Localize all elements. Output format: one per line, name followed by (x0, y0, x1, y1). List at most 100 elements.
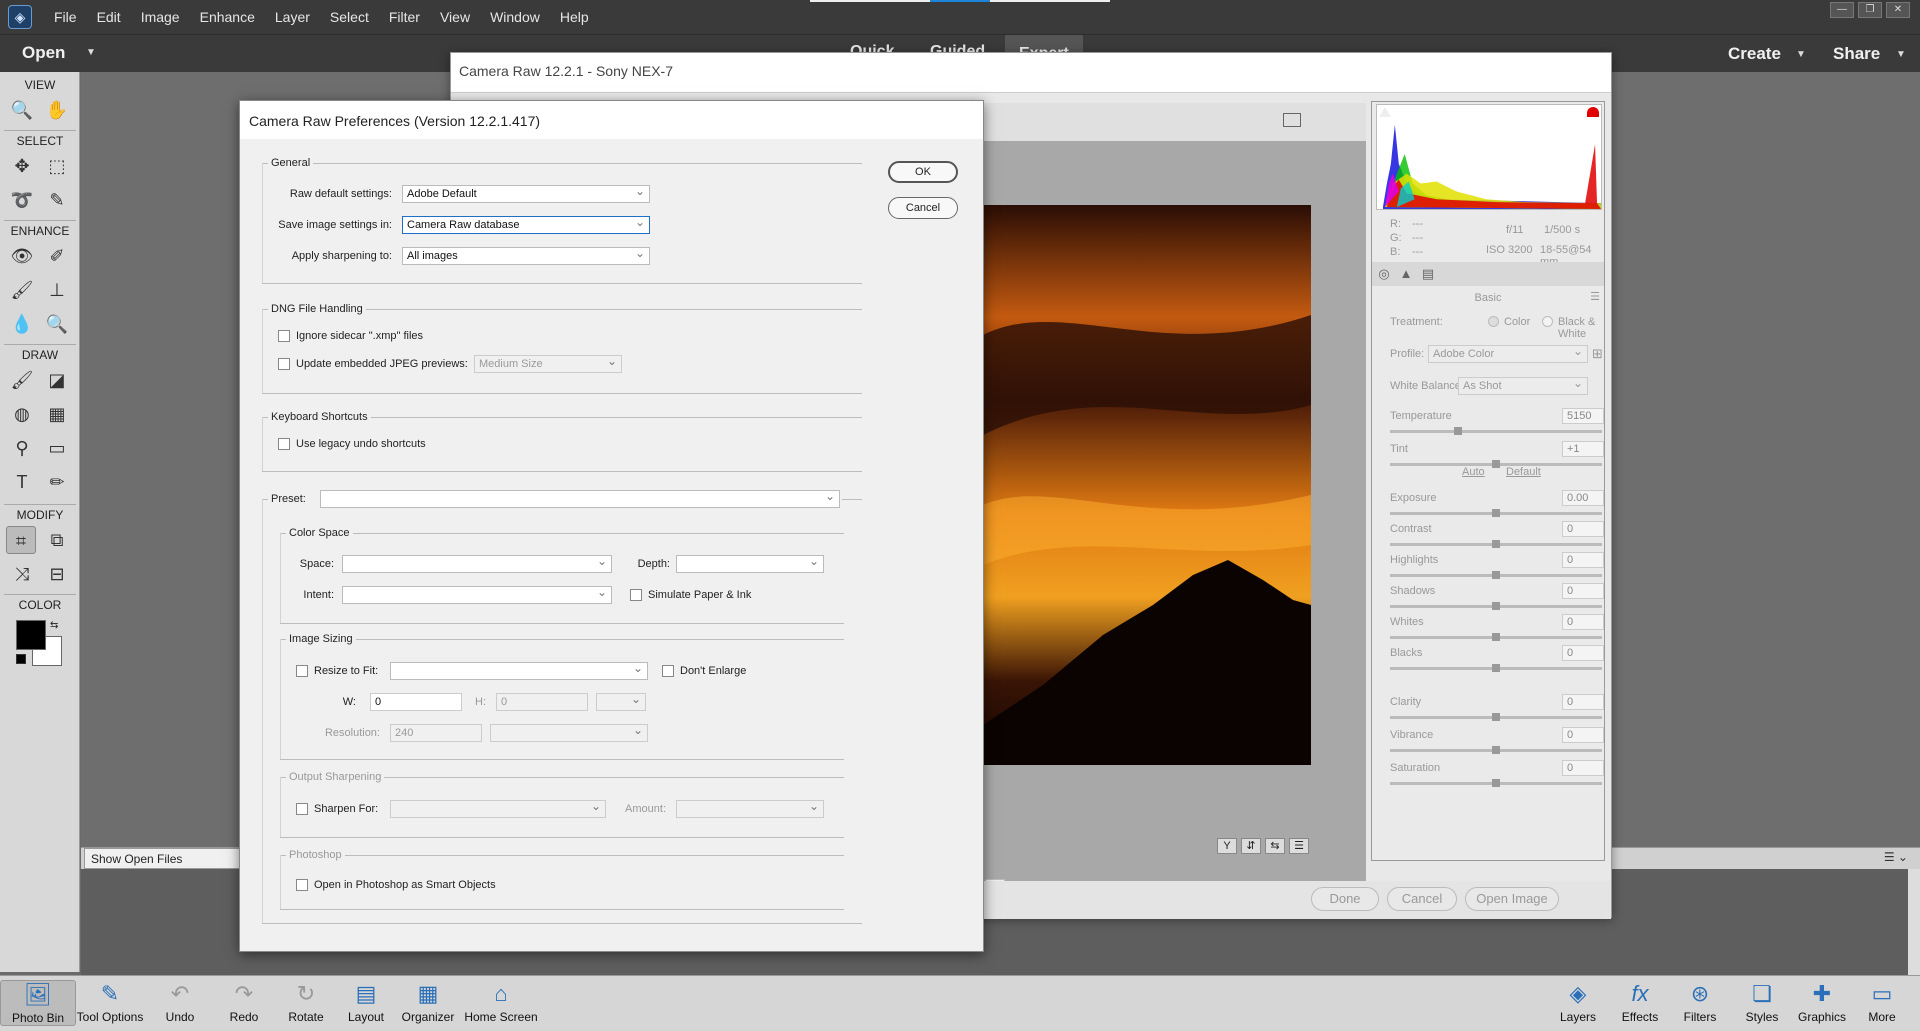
photo-bin-button[interactable]: 🖼 Photo Bin (0, 980, 76, 1026)
straighten-icon[interactable]: ⊟ (42, 560, 72, 588)
width-input[interactable]: 0 (370, 693, 462, 711)
slider-thumb[interactable] (1492, 460, 1500, 468)
treatment-color-radio[interactable] (1488, 316, 1499, 327)
open-button[interactable]: Open (22, 43, 65, 63)
slider-value-input[interactable]: 0 (1562, 694, 1604, 710)
slider-track[interactable] (1390, 602, 1602, 610)
copy-settings-icon[interactable]: ⇆ (1265, 838, 1285, 854)
slider-thumb[interactable] (1492, 571, 1500, 579)
sharpen-for-select[interactable] (390, 799, 606, 818)
slider-thumb[interactable] (1492, 540, 1500, 548)
slider-track[interactable] (1390, 633, 1602, 641)
menu-image[interactable]: Image (131, 0, 190, 34)
slider-track[interactable] (1390, 571, 1602, 579)
panel-menu-icon[interactable]: ☰ (1590, 290, 1600, 303)
slider-value-input[interactable]: 0 (1562, 614, 1604, 630)
slider-track[interactable] (1390, 664, 1602, 672)
camera-calibration-icon[interactable]: ▤ (1420, 266, 1436, 282)
default-button[interactable]: Default (1506, 466, 1541, 478)
open-image-button[interactable]: Open Image (1465, 887, 1559, 911)
slider-thumb[interactable] (1492, 602, 1500, 610)
slider-thumb[interactable] (1492, 664, 1500, 672)
detail-panel-icon[interactable]: ▲ (1398, 266, 1414, 282)
quick-selection-icon[interactable]: ✎ (42, 186, 72, 214)
slider-value-input[interactable]: 0 (1562, 552, 1604, 568)
menu-window[interactable]: Window (480, 0, 550, 34)
type-icon[interactable]: T (7, 468, 37, 496)
slider-value-input[interactable]: 0 (1562, 583, 1604, 599)
menu-view[interactable]: View (430, 0, 480, 34)
highlight-clipping-icon[interactable] (1587, 107, 1599, 117)
slider-thumb[interactable] (1453, 427, 1462, 435)
red-eye-icon[interactable]: 👁 (7, 242, 37, 270)
slider-track[interactable] (1390, 460, 1602, 468)
slider-value-input[interactable]: 0 (1562, 727, 1604, 743)
slider-value-input[interactable]: 0 (1562, 645, 1604, 661)
smart-objects-checkbox[interactable] (296, 879, 308, 891)
close-icon[interactable]: ✕ (1886, 2, 1910, 18)
swap-colors-icon[interactable]: ⇆ (50, 620, 58, 631)
crop-icon[interactable]: ⌗ (6, 526, 36, 554)
before-after-icon[interactable]: Y (1217, 838, 1237, 854)
save-settings-select[interactable]: Camera Raw database (402, 215, 650, 234)
resolution-unit-select[interactable] (490, 723, 648, 742)
done-button[interactable]: Done (1311, 887, 1379, 911)
legacy-undo-checkbox[interactable] (278, 438, 290, 450)
gradient-icon[interactable]: ▦ (42, 400, 72, 428)
menu-filter[interactable]: Filter (379, 0, 430, 34)
height-input[interactable]: 0 (496, 693, 588, 711)
resolution-input[interactable]: 240 (390, 724, 482, 742)
sharpen-for-checkbox[interactable] (296, 803, 308, 815)
slider-value-input[interactable]: 5150 (1562, 408, 1604, 424)
slider-track[interactable] (1390, 540, 1602, 548)
marquee-icon[interactable]: ⬚ (42, 152, 72, 180)
blur-icon[interactable]: 💧 (7, 310, 37, 338)
menu-layer[interactable]: Layer (265, 0, 320, 34)
smart-brush-icon[interactable]: 🖌 (7, 276, 37, 304)
sponge-icon[interactable]: 🔍 (42, 310, 72, 338)
space-select[interactable] (342, 554, 612, 573)
resize-to-fit-checkbox[interactable] (296, 665, 308, 677)
update-jpeg-checkbox[interactable] (278, 358, 290, 370)
hand-icon[interactable]: ✋ (42, 96, 72, 124)
clone-stamp-icon[interactable]: ⊥ (42, 276, 72, 304)
slider-thumb[interactable] (1492, 633, 1500, 641)
eraser-icon[interactable]: ◪ (42, 366, 72, 394)
slider-thumb[interactable] (1492, 746, 1500, 754)
create-dropdown-icon[interactable]: ▼ (1796, 49, 1806, 60)
foreground-color-swatch[interactable] (16, 620, 46, 650)
slider-thumb[interactable] (1492, 509, 1500, 517)
paint-bucket-icon[interactable]: ◍ (7, 400, 37, 428)
default-colors-icon[interactable] (16, 654, 26, 664)
slider-value-input[interactable]: 0 (1562, 521, 1604, 537)
menu-select[interactable]: Select (320, 0, 379, 34)
slider-track[interactable] (1390, 713, 1602, 721)
share-button[interactable]: Share (1833, 44, 1880, 64)
eyedropper-icon[interactable]: ⚲ (7, 434, 37, 462)
shape-icon[interactable]: ▭ (42, 434, 72, 462)
slider-thumb[interactable] (1492, 779, 1500, 787)
home-screen-button[interactable]: ⌂ Home Screen (458, 980, 544, 1024)
slider-track[interactable] (1390, 779, 1602, 787)
more-button[interactable]: ▭ More (1844, 980, 1920, 1024)
brush-icon[interactable]: 🖌 (7, 366, 37, 394)
cr-cancel-button[interactable]: Cancel (1387, 887, 1457, 911)
slider-value-input[interactable]: 0.00 (1562, 490, 1604, 506)
slider-track[interactable] (1390, 746, 1602, 754)
resize-to-fit-select[interactable] (390, 661, 648, 680)
treatment-bw-radio[interactable] (1542, 316, 1553, 327)
basic-panel-icon[interactable]: ◎ (1376, 266, 1392, 282)
slider-value-input[interactable]: 0 (1562, 760, 1604, 776)
lasso-icon[interactable]: ➰ (7, 186, 37, 214)
slider-thumb[interactable] (1492, 713, 1500, 721)
menu-enhance[interactable]: Enhance (190, 0, 265, 34)
sharpening-select[interactable]: All images (402, 246, 650, 265)
spot-healing-icon[interactable]: ✐ (42, 242, 72, 270)
ignore-sidecar-checkbox[interactable] (278, 330, 290, 342)
menu-edit[interactable]: Edit (87, 0, 131, 34)
profile-browser-icon[interactable]: ⊞ (1592, 346, 1603, 362)
recompose-icon[interactable]: ⧉ (42, 526, 72, 554)
depth-select[interactable] (676, 554, 824, 573)
create-button[interactable]: Create (1728, 44, 1781, 64)
minimize-icon[interactable]: — (1830, 2, 1854, 18)
